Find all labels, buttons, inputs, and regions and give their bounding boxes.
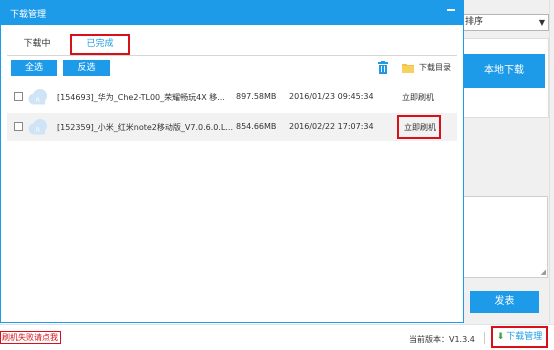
dialog-title: 下载管理	[10, 10, 47, 20]
svg-text:R: R	[36, 97, 40, 104]
flash-failed-link[interactable]: 刷机失败请点我	[0, 331, 61, 344]
cloud-rom-icon: R	[28, 119, 47, 135]
sort-label: 排序	[465, 17, 484, 27]
svg-text:R: R	[36, 127, 40, 134]
sort-select[interactable]: 排序 ▼	[463, 14, 549, 31]
rom-name: [152359]_小米_红米note2移动版_V7.0.6.0.L...	[57, 123, 233, 132]
rom-name: [154693]_华为_Che2-TL00_荣耀畅玩4X 移...	[57, 93, 225, 102]
select-all-button[interactable]: 全选	[11, 60, 57, 76]
table-row[interactable]: R [154693]_华为_Che2-TL00_荣耀畅玩4X 移... 897.…	[7, 83, 457, 111]
download-manager-button[interactable]: ⬇ 下载管理	[491, 326, 548, 348]
tab-completed[interactable]: 已完成	[70, 34, 130, 55]
folder-icon[interactable]	[402, 63, 414, 73]
download-manager-dialog: 下载管理 下载中 已完成 全选 反选 下载目录 R [154693]_华为_Ch…	[0, 0, 464, 323]
flash-now-button[interactable]: 立即刷机	[402, 92, 434, 103]
row-checkbox[interactable]	[14, 92, 23, 101]
local-download-button[interactable]: 本地下载	[463, 54, 545, 88]
version-text: 当前版本：V1.3.4	[409, 335, 475, 344]
download-folder-link[interactable]: 下载目录	[419, 62, 451, 73]
table-row[interactable]: R [152359]_小米_红米note2移动版_V7.0.6.0.L... 8…	[7, 113, 457, 141]
row-checkbox[interactable]	[14, 122, 23, 131]
tab-downloading[interactable]: 下载中	[7, 34, 67, 55]
cloud-rom-icon: R	[28, 89, 47, 105]
footer-divider	[484, 332, 485, 344]
chevron-down-icon: ▼	[538, 18, 545, 27]
dialog-titlebar[interactable]: 下载管理	[1, 1, 463, 25]
comment-textarea[interactable]: ◢	[463, 196, 548, 278]
rom-date: 2016/01/23 09:45:34	[289, 92, 374, 101]
rom-date: 2016/02/22 17:07:34	[289, 122, 374, 131]
download-icon: ⬇	[496, 332, 505, 342]
flash-now-button[interactable]: 立即刷机	[397, 115, 441, 139]
minimize-icon[interactable]	[447, 9, 455, 11]
rom-size: 854.66MB	[236, 122, 277, 131]
tab-divider	[7, 55, 457, 56]
invert-selection-button[interactable]: 反选	[63, 60, 110, 76]
trash-icon[interactable]	[377, 61, 389, 74]
rom-size: 897.58MB	[236, 92, 277, 101]
download-manager-label: 下载管理	[506, 332, 543, 342]
resize-grip-icon[interactable]: ◢	[541, 268, 546, 276]
post-button[interactable]: 发表	[470, 291, 539, 313]
scrollbar[interactable]	[549, 0, 554, 323]
